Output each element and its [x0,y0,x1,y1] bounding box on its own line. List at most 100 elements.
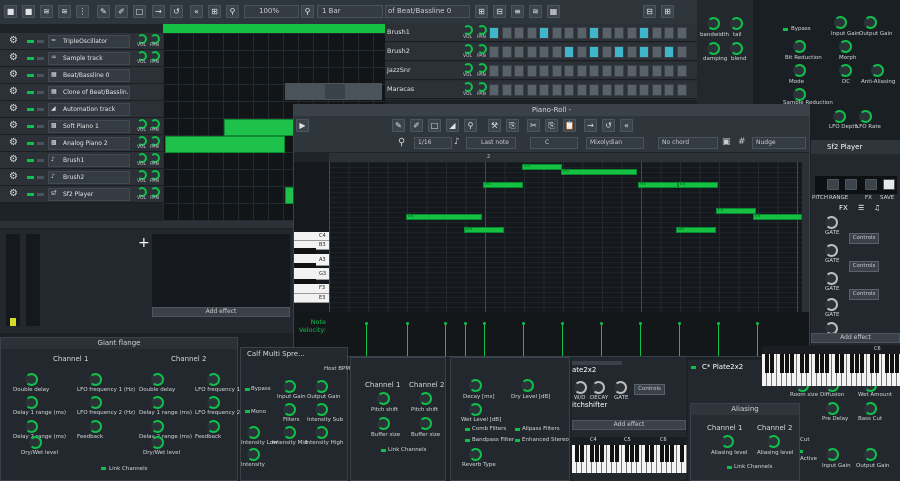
velocity-bar[interactable] [640,323,641,356]
step-button[interactable] [514,27,524,39]
solo-led[interactable] [37,91,44,94]
step-button[interactable] [601,27,612,39]
step-button[interactable] [626,84,637,96]
al-level1-knob[interactable] [721,435,734,448]
track-row[interactable]: ⚙ Automation track ◢ [0,101,163,118]
step-button[interactable] [614,84,624,96]
ms-input-gain-knob[interactable] [283,380,296,393]
rv-dry-knob[interactable] [521,379,534,392]
bandwidth-knob[interactable] [707,17,720,30]
pr-zoom-icon[interactable]: ⚲ [398,137,405,148]
pr-paste-icon[interactable]: 📋 [563,119,576,132]
bb-row[interactable]: Maracas VOL PAN [385,81,697,99]
gf-drywet-knob[interactable] [151,436,164,449]
gear-icon[interactable]: ⚙ [9,155,18,165]
black-key[interactable] [650,445,654,462]
pr-draw-icon[interactable]: ✎ [392,119,405,132]
gear-icon[interactable]: ⚙ [9,121,18,131]
step-button[interactable] [601,84,612,96]
track-row[interactable]: ⚙ Sample track ♒ VOL PAN [0,50,163,67]
step-button[interactable] [489,46,499,58]
key-f3[interactable]: F3 [294,284,329,294]
step-button[interactable] [501,27,512,39]
ms-int-mid-knob[interactable] [283,426,296,439]
bb-track-name[interactable]: Brush1 [387,28,410,36]
bb-track-name[interactable]: JazzSnr [387,66,411,74]
step-button[interactable] [539,84,549,96]
pp-keyboard[interactable]: C4 C5 C6 [572,437,687,473]
step-button[interactable] [564,46,574,58]
black-key[interactable] [785,354,789,374]
sf2-knob[interactable] [825,298,838,311]
loop-icon[interactable]: ↺ [170,5,183,18]
velocity-handle[interactable] [444,322,447,325]
black-key[interactable] [875,354,879,374]
velocity-bar[interactable] [484,323,485,356]
gear-icon[interactable]: ⚙ [9,53,18,63]
track-row[interactable]: ⚙ Brush2 ♪ VOL PAN [0,169,163,186]
mute-led[interactable] [27,125,34,128]
velocity-bar[interactable] [679,323,680,356]
fx-add-effect-button[interactable]: Add effect [152,307,290,317]
mute-led[interactable] [27,40,34,43]
rv-bandpass-led[interactable] [465,439,470,442]
track-name[interactable]: Analog Piano 2 [48,137,130,150]
sf2-knob[interactable] [825,244,838,257]
step-button[interactable] [626,46,637,58]
sf2-tab-2[interactable]: ☰ [858,204,864,212]
zoom-icon[interactable]: ⚲ [226,5,239,18]
key-e3[interactable]: E3 [294,294,329,303]
step-button[interactable] [539,46,549,58]
p2-bass-cut-knob[interactable] [864,402,877,415]
step-button[interactable] [564,27,574,39]
sf2-save-icon[interactable] [883,179,895,190]
velocity-bar[interactable] [407,323,408,356]
velocity-bar[interactable] [718,323,719,356]
gf-knob[interactable] [207,373,220,386]
sf2-add-effect-button[interactable]: Add effect [811,333,900,343]
damping-knob[interactable] [707,42,720,55]
velocity-handle[interactable] [464,322,467,325]
bb-vol-knob[interactable] [463,82,473,92]
tail-knob[interactable] [730,17,743,30]
sf2-button-1[interactable] [827,179,839,190]
note-e4-b[interactable]: E4 [753,214,802,220]
step-button[interactable] [589,27,599,39]
gf-link-led[interactable] [101,467,106,470]
black-key[interactable] [645,445,649,462]
rv-decay-knob[interactable] [469,379,482,392]
step-button[interactable] [639,46,649,58]
step-button[interactable] [551,27,562,39]
black-key[interactable] [575,445,579,462]
solo-led[interactable] [37,57,44,60]
step-button[interactable] [514,65,524,77]
gf-knob[interactable] [25,420,38,433]
black-key[interactable] [765,354,769,374]
gear-icon[interactable]: ⚙ [9,104,18,114]
rewind-icon[interactable]: « [190,5,203,18]
ms-mono-led[interactable] [245,410,250,413]
pr-cut-icon[interactable]: ✂ [527,119,540,132]
pr-note-grid[interactable]: C5 B4 A4 A4 E4 F4 E4 E4 D4 D4 [329,162,802,312]
bit-reduction-knob[interactable] [793,40,806,53]
step-button[interactable] [664,46,674,58]
gear-icon[interactable]: ⚙ [9,172,18,182]
bb-pan-knob[interactable] [477,82,487,92]
chord-select[interactable]: No chord [658,137,718,149]
step-button[interactable] [601,46,612,58]
quantize-icon[interactable]: ⚲ [301,5,314,18]
step-button[interactable] [551,65,562,77]
black-key[interactable] [835,354,839,374]
gf-knob[interactable] [89,420,102,433]
note-g4[interactable]: E4 [678,182,718,188]
bb-vol-knob[interactable] [463,44,473,54]
step-button[interactable] [489,65,499,77]
black-key[interactable] [680,445,684,462]
step-button[interactable] [664,84,674,96]
gear-icon[interactable]: ⚙ [9,70,18,80]
step-button[interactable] [501,46,512,58]
output-gain-knob[interactable] [864,16,877,29]
gf-knob[interactable] [25,373,38,386]
velocity-handle[interactable] [717,322,720,325]
solo-led[interactable] [37,176,44,179]
